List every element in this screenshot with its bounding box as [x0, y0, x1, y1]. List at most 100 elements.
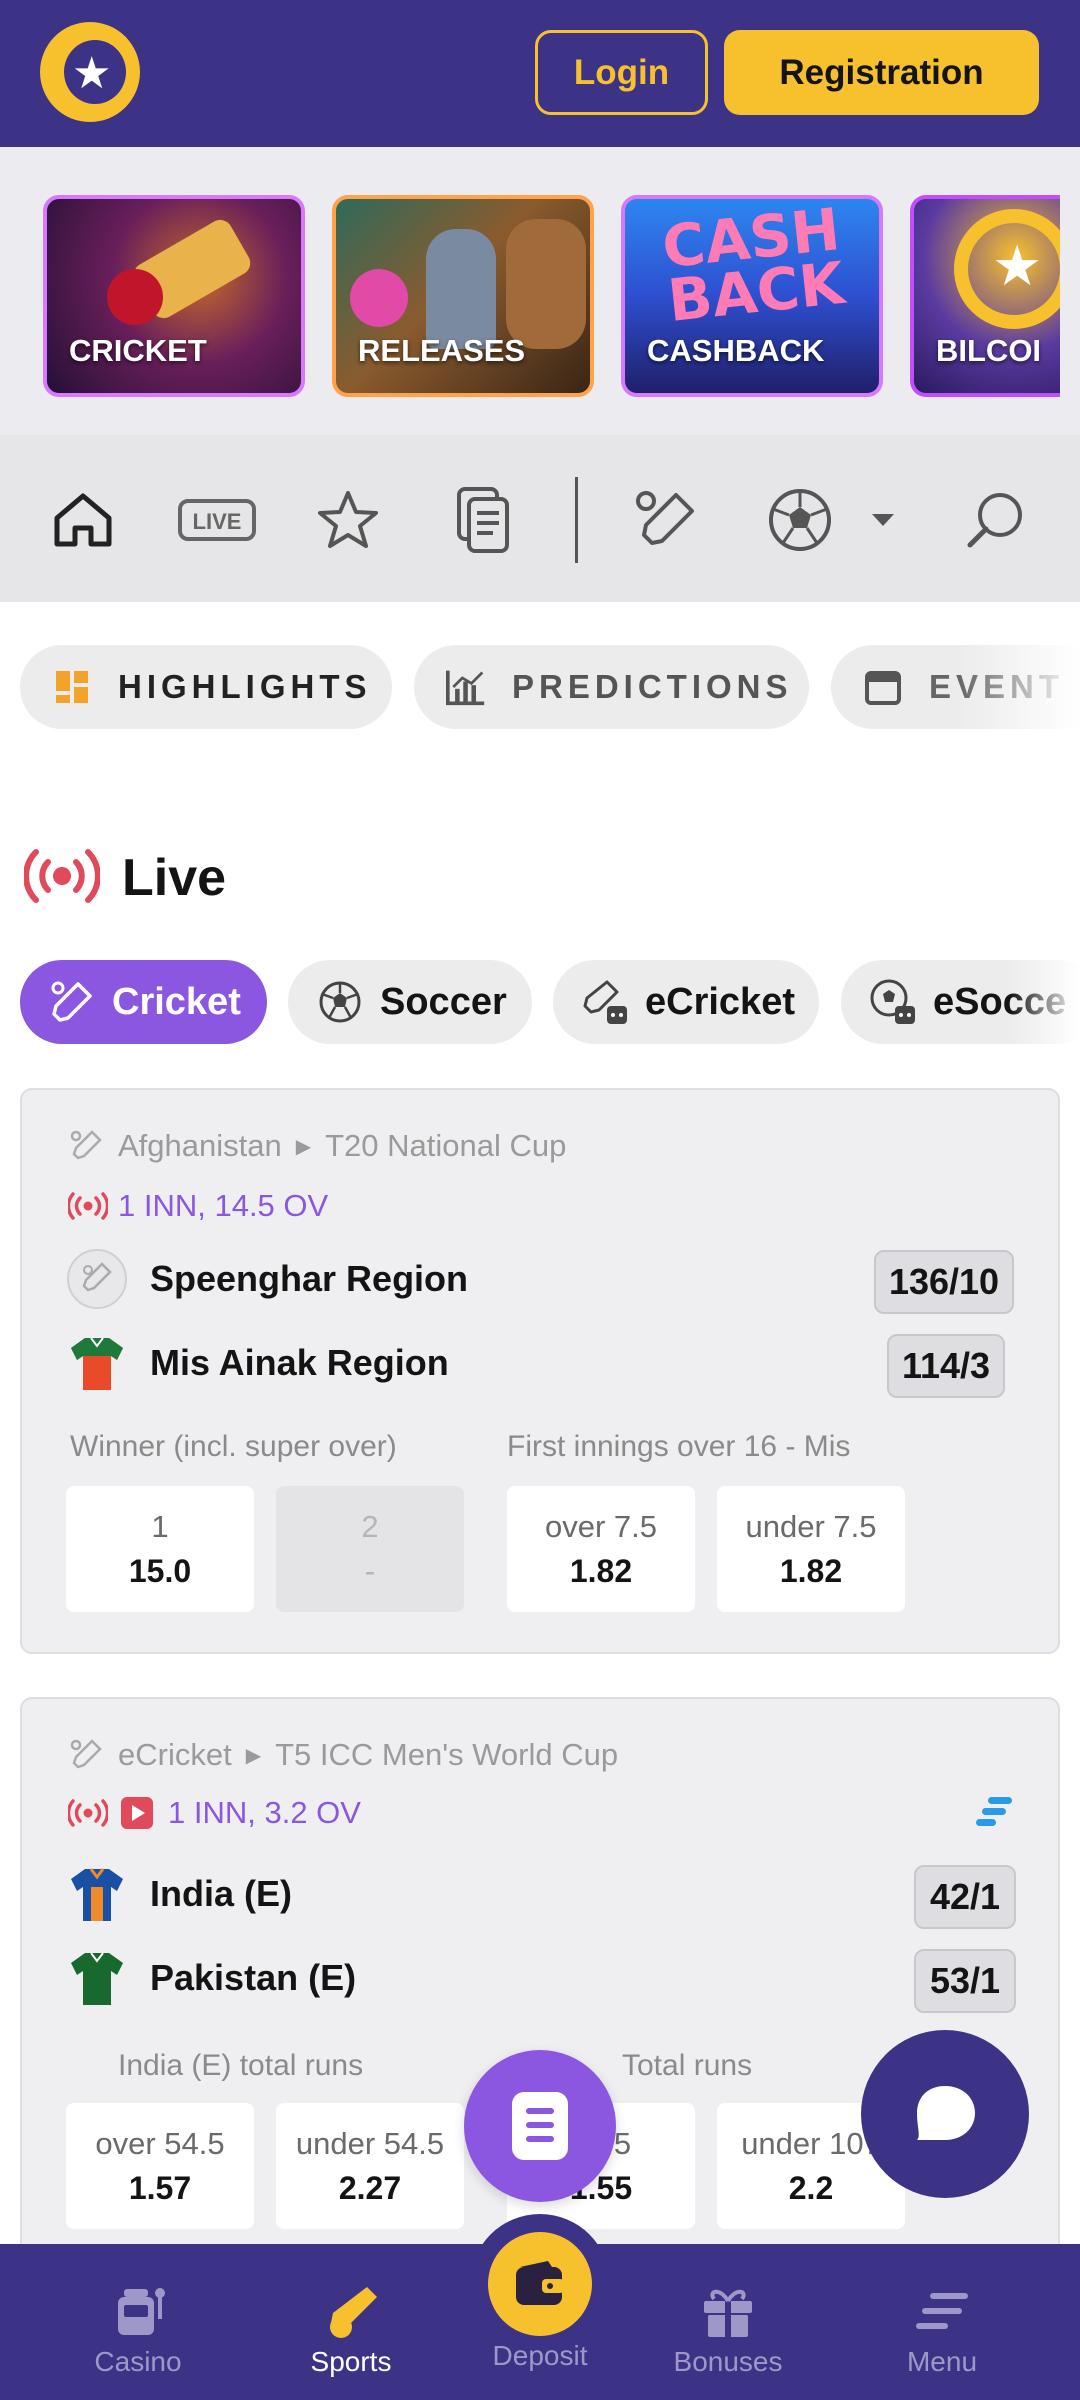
- odds-label: under 107: [741, 2125, 881, 2161]
- event-competition: Afghanistan ▶ T20 National Cup: [68, 1128, 566, 1164]
- team-jersey-icon: [66, 1947, 128, 2009]
- sport-pill-cricket[interactable]: Cricket: [20, 960, 267, 1044]
- cricket-bat-icon[interactable]: [632, 485, 702, 555]
- odds-value: 2.2: [788, 2169, 834, 2206]
- pill-label: Soccer: [380, 980, 507, 1023]
- slot-machine-icon: [108, 2282, 168, 2340]
- live-icon[interactable]: LIVE: [175, 485, 259, 555]
- odds-button[interactable]: over 7.5 1.82: [507, 1486, 695, 1612]
- team-score: 53/1: [914, 1949, 1016, 2013]
- betslip-fab[interactable]: [464, 2050, 616, 2202]
- tabs-fade: [960, 630, 1080, 740]
- market-label: India (E) total runs: [118, 2049, 364, 2082]
- deposit-button[interactable]: [488, 2232, 592, 2336]
- event-status: 1 INN, 3.2 OV: [68, 1795, 361, 1831]
- odds-button[interactable]: under 7.5 1.82: [717, 1486, 905, 1612]
- brand-logo[interactable]: ★: [40, 22, 140, 122]
- betslip-icon[interactable]: [448, 485, 518, 555]
- soccer-ball-icon[interactable]: [765, 485, 835, 555]
- live-title: Live: [122, 849, 227, 907]
- odds-value: 1.82: [569, 1552, 633, 1589]
- chevron-right-icon: ▶: [245, 1744, 262, 1767]
- live-broadcast-icon: [68, 1192, 108, 1220]
- odds-button[interactable]: under 54.5 2.27: [276, 2103, 464, 2229]
- event-country: eCricket: [118, 1737, 232, 1772]
- login-button[interactable]: Login: [535, 30, 708, 115]
- promo-bilcoin[interactable]: ★ BILCOI: [910, 195, 1060, 397]
- caret-down-icon[interactable]: [848, 485, 918, 555]
- search-icon[interactable]: [960, 485, 1030, 555]
- wallet-icon: [516, 2261, 564, 2305]
- sport-pill-ecricket[interactable]: eCricket: [553, 960, 819, 1044]
- soccer-ball-icon: [316, 978, 364, 1026]
- bottom-nav-label: Menu: [906, 2346, 978, 2377]
- cricket-bat-icon: [48, 978, 96, 1026]
- tab-label: HIGHLIGHTS: [118, 668, 372, 705]
- pills-fade: [1010, 940, 1080, 1060]
- event-status-text: 1 INN, 14.5 OV: [118, 1188, 329, 1223]
- live-broadcast-icon: [68, 1799, 108, 1827]
- event-status: 1 INN, 14.5 OV: [68, 1188, 328, 1224]
- cashback-art: CASH BACK: [659, 195, 848, 335]
- bottom-nav-label: Casino: [94, 2346, 182, 2377]
- esoccer-icon: [869, 978, 917, 1026]
- betslip-icon: [512, 2092, 568, 2160]
- odds-button[interactable]: over 54.5 1.57: [66, 2103, 254, 2229]
- star-icon[interactable]: [313, 485, 383, 555]
- live-broadcast-icon: [23, 848, 101, 909]
- odds-label: 2: [361, 1508, 379, 1544]
- sports-icon-nav: LIVE: [0, 435, 1080, 602]
- header: ★ Login Registration: [0, 0, 1080, 147]
- team-name: India (E): [150, 1873, 292, 1914]
- team-score: 42/1: [914, 1865, 1016, 1929]
- bottom-nav-bonuses[interactable]: Bonuses: [628, 2244, 828, 2400]
- ecricket-icon: [581, 978, 629, 1026]
- promo-releases[interactable]: RELEASES: [332, 195, 594, 397]
- promo-cricket[interactable]: CRICKET: [43, 195, 305, 397]
- promo-cashback[interactable]: CASH BACK CASHBACK: [621, 195, 883, 397]
- odds-label: over 54.5: [95, 2125, 225, 2161]
- hamburger-menu-icon: [912, 2282, 972, 2340]
- team-placeholder-icon: [66, 1248, 128, 1310]
- cricket-bat-icon: [70, 1739, 102, 1769]
- chevron-right-icon: ▶: [295, 1135, 312, 1158]
- registration-button[interactable]: Registration: [724, 30, 1039, 115]
- bottom-nav-casino[interactable]: Casino: [38, 2244, 238, 2400]
- tab-label: PREDICTIONS: [512, 668, 793, 705]
- video-play-icon[interactable]: [120, 1796, 154, 1830]
- market-label: First innings over 16 - Mis: [507, 1430, 851, 1463]
- pill-label: Cricket: [112, 980, 241, 1023]
- event-competition: eCricket ▶ T5 ICC Men's World Cup: [68, 1737, 618, 1773]
- team-jersey-icon: [66, 1863, 128, 1925]
- event-status-text: 1 INN, 3.2 OV: [168, 1795, 361, 1830]
- market-label: Winner (incl. super over): [70, 1430, 397, 1463]
- event-card[interactable]: Afghanistan ▶ T20 National Cup 1 INN, 14…: [20, 1088, 1060, 1654]
- chat-bubble-icon: [917, 2086, 975, 2140]
- live-section-header: Live: [23, 838, 227, 918]
- odds-label: over 7.5: [544, 1508, 657, 1544]
- team-row: Mis Ainak Region: [66, 1332, 449, 1394]
- promo-label: CRICKET: [69, 333, 207, 368]
- event-league: T5 ICC Men's World Cup: [275, 1737, 619, 1772]
- bottom-nav-label: Sports: [310, 2346, 392, 2377]
- tab-predictions[interactable]: PREDICTIONS: [414, 645, 809, 729]
- sport-pill-soccer[interactable]: Soccer: [288, 960, 532, 1044]
- highlights-icon: [52, 667, 92, 707]
- team-score: 114/3: [887, 1334, 1005, 1398]
- home-icon[interactable]: [48, 485, 118, 555]
- odds-value: -: [364, 1552, 376, 1589]
- calendar-icon: [863, 667, 903, 707]
- team-name: Speenghar Region: [150, 1258, 469, 1299]
- team-name: Mis Ainak Region: [150, 1342, 449, 1383]
- tab-highlights[interactable]: HIGHLIGHTS: [20, 645, 392, 729]
- bottom-nav-menu[interactable]: Menu: [842, 2244, 1042, 2400]
- team-row: India (E): [66, 1863, 292, 1925]
- bottom-nav-sports[interactable]: Sports: [251, 2244, 451, 2400]
- stats-icon[interactable]: [974, 1795, 1014, 1834]
- nav-divider: [575, 477, 578, 563]
- market-label: Total runs: [622, 2049, 753, 2082]
- team-name: Pakistan (E): [150, 1957, 357, 1998]
- team-row: Pakistan (E): [66, 1947, 356, 2009]
- odds-button[interactable]: 1 15.0: [66, 1486, 254, 1612]
- chat-fab[interactable]: [861, 2030, 1029, 2198]
